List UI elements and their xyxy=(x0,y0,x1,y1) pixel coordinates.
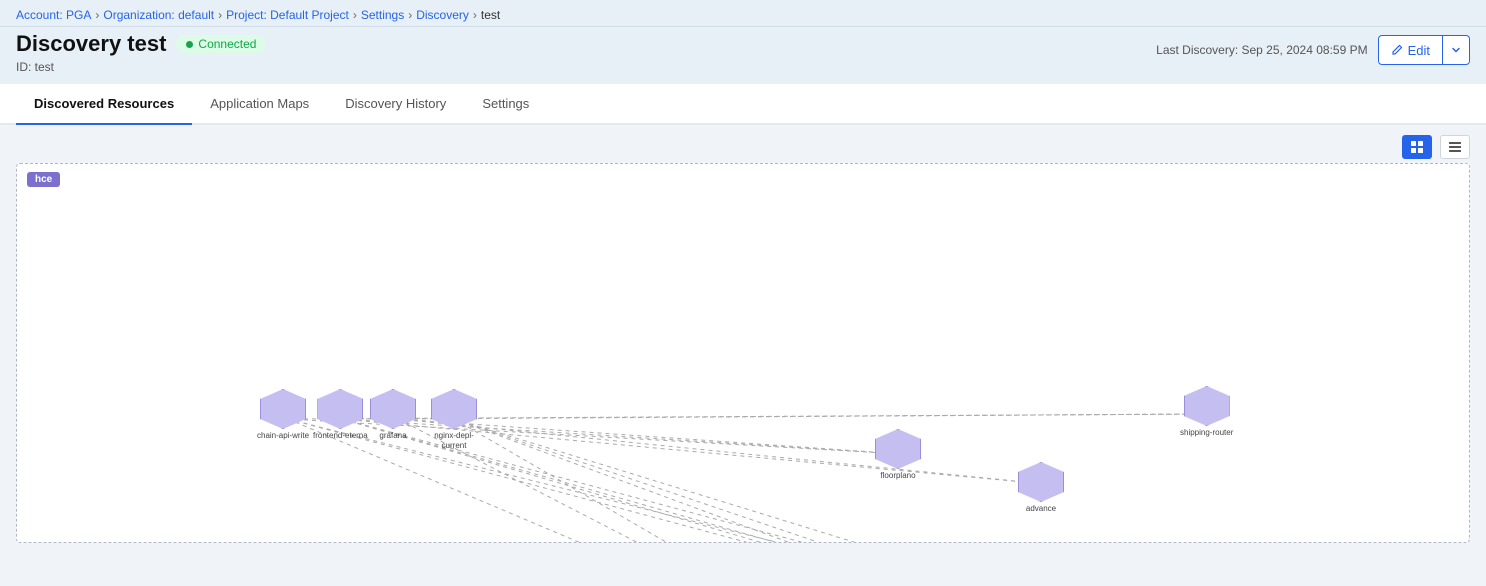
hex-shape xyxy=(431,389,477,429)
tab-discovery-history[interactable]: Discovery History xyxy=(327,84,464,125)
hex-shape xyxy=(875,429,921,469)
breadcrumb-sep-5: › xyxy=(473,8,477,22)
status-dot xyxy=(186,41,193,48)
breadcrumb-current: test xyxy=(481,8,500,22)
list-icon xyxy=(1448,140,1462,154)
tab-discovered-resources[interactable]: Discovered Resources xyxy=(16,84,192,125)
breadcrumb-sep-4: › xyxy=(408,8,412,22)
page-title-area: Discovery test Connected ID: test xyxy=(16,31,266,74)
edit-button-group: Edit xyxy=(1378,35,1470,65)
page-id: ID: test xyxy=(16,60,266,74)
page-title: Discovery test Connected xyxy=(16,31,266,57)
edit-main-button[interactable]: Edit xyxy=(1379,38,1442,63)
node-frontend-eterna[interactable]: frontend-eterna xyxy=(313,389,368,441)
tab-settings[interactable]: Settings xyxy=(464,84,547,125)
hex-shape xyxy=(1018,462,1064,502)
list-view-button[interactable] xyxy=(1440,135,1470,159)
node-label: shipping-router xyxy=(1180,428,1233,438)
node-label: frontend-eterna xyxy=(313,431,368,441)
status-text: Connected xyxy=(198,37,256,51)
node-label: chain-api-write xyxy=(257,431,309,441)
page-header: Discovery test Connected ID: test Last D… xyxy=(0,27,1486,84)
group-label: hce xyxy=(27,172,60,187)
hex-shape xyxy=(1184,386,1230,426)
breadcrumb-sep-2: › xyxy=(218,8,222,22)
top-bar: Account: PGA › Organization: default › P… xyxy=(0,0,1486,84)
breadcrumb: Account: PGA › Organization: default › P… xyxy=(16,0,1470,26)
breadcrumb-settings[interactable]: Settings xyxy=(361,8,404,22)
last-discovery-text: Last Discovery: Sep 25, 2024 08:59 PM xyxy=(1156,43,1367,57)
main-content: hce xyxy=(0,125,1486,555)
breadcrumb-discovery[interactable]: Discovery xyxy=(416,8,469,22)
breadcrumb-project[interactable]: Project: Default Project xyxy=(226,8,349,22)
page-title-text: Discovery test xyxy=(16,31,166,57)
breadcrumb-sep-1: › xyxy=(95,8,99,22)
edit-label: Edit xyxy=(1408,43,1430,58)
node-advance[interactable]: advance xyxy=(1018,462,1064,514)
node-label: nginx-depl-current xyxy=(426,431,482,450)
toolbar xyxy=(0,125,1486,163)
breadcrumb-account[interactable]: Account: PGA xyxy=(16,8,91,22)
edit-icon xyxy=(1391,44,1403,56)
breadcrumb-sep-3: › xyxy=(353,8,357,22)
hex-shape xyxy=(260,389,306,429)
node-label: advance xyxy=(1026,504,1056,514)
node-label: grafana xyxy=(379,431,406,441)
node-chain-api-write[interactable]: chain-api-write xyxy=(257,389,309,441)
canvas-container: hce xyxy=(16,163,1470,543)
header-right: Last Discovery: Sep 25, 2024 08:59 PM Ed… xyxy=(1156,35,1470,65)
node-nginx-depl[interactable]: nginx-depl-current xyxy=(426,389,482,450)
breadcrumb-org[interactable]: Organization: default xyxy=(103,8,214,22)
grid-icon xyxy=(1410,140,1424,154)
tabs-bar: Discovered Resources Application Maps Di… xyxy=(0,84,1486,125)
grid-view-button[interactable] xyxy=(1402,135,1432,159)
node-floorplano[interactable]: floorplano xyxy=(875,429,921,481)
status-badge: Connected xyxy=(176,35,266,53)
node-label: floorplano xyxy=(880,471,915,481)
hex-shape xyxy=(317,389,363,429)
node-grafana[interactable]: grafana xyxy=(370,389,416,441)
tab-application-maps[interactable]: Application Maps xyxy=(192,84,327,125)
connection-lines xyxy=(17,164,1469,542)
node-shipping-router[interactable]: shipping-router xyxy=(1180,386,1233,438)
edit-dropdown-button[interactable] xyxy=(1443,38,1469,63)
chevron-down-icon xyxy=(1451,45,1461,55)
hex-shape xyxy=(370,389,416,429)
